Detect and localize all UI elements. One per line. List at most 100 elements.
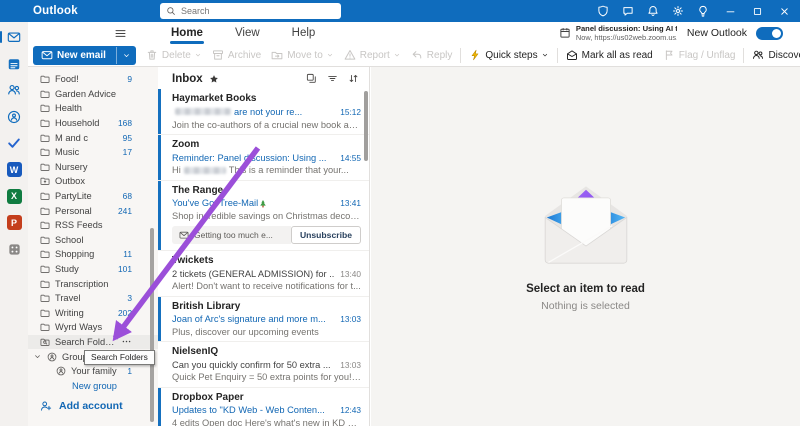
- preview-text: 4 edits Open doc Here's what's new in KD…: [172, 417, 361, 426]
- sidebar-item-m-and-c[interactable]: M and c 95: [28, 130, 158, 145]
- report-button[interactable]: Report: [339, 46, 406, 65]
- filter-icon[interactable]: [327, 73, 338, 84]
- email-item-twickets[interactable]: Twickets 2 tickets (GENERAL ADMISSION) fo…: [158, 251, 369, 297]
- quick-steps-button[interactable]: Quick steps: [464, 46, 553, 65]
- sidebar-item-health[interactable]: Health: [28, 101, 158, 116]
- select-icon[interactable]: [306, 73, 317, 84]
- sidebar-item-study[interactable]: Study 101: [28, 262, 158, 277]
- rail-apps-button[interactable]: [6, 241, 22, 257]
- search-folder-icon: [40, 338, 50, 346]
- app-rail: WXP: [0, 22, 28, 426]
- mail-read-icon: [566, 50, 577, 60]
- folder-name: RSS Feeds: [55, 220, 103, 231]
- sidebar-item-school[interactable]: School: [28, 233, 158, 248]
- ribbon-separator: [556, 47, 558, 63]
- close-icon[interactable]: [779, 6, 790, 17]
- sidebar-item-search-folders[interactable]: Search Folders: [28, 334, 158, 350]
- archive-button[interactable]: Archive: [207, 46, 266, 65]
- mark-all-as-read-button[interactable]: Mark all as read: [561, 46, 658, 65]
- move-to-button[interactable]: Move to: [266, 46, 339, 65]
- rail-word-button[interactable]: W: [6, 162, 22, 178]
- email-sender: NielsenIQ: [172, 346, 219, 358]
- notification-subtitle: Now, https://us02web.zoom.us...: [575, 33, 677, 42]
- email-item-zoom[interactable]: Zoom Reminder: Panel discussion: Using ..…: [158, 135, 369, 181]
- reply-button[interactable]: Reply: [406, 46, 458, 65]
- button-label: Report: [359, 49, 390, 61]
- new-email-button[interactable]: New email: [33, 45, 136, 65]
- folder-name: Nursery: [55, 161, 88, 172]
- tab-help[interactable]: Help: [290, 27, 318, 39]
- search-box[interactable]: [160, 3, 341, 19]
- rail-groups-button[interactable]: [6, 109, 22, 125]
- sidebar-item-rss-feeds[interactable]: RSS Feeds: [28, 218, 158, 233]
- tab-home[interactable]: Home: [169, 27, 205, 44]
- email-item-haymarket-books[interactable]: Haymarket Books are not your re... 15:12 Jo…: [158, 89, 369, 136]
- email-sender: Zoom: [172, 139, 200, 151]
- email-item-the-range[interactable]: The Range You've Got Tree-Mail 13:41 Shop …: [158, 180, 369, 252]
- sidebar-item-partylite[interactable]: PartyLite 68: [28, 189, 158, 204]
- search-input[interactable]: [181, 6, 335, 16]
- flag-unflag-button[interactable]: Flag / Unflag: [658, 46, 741, 65]
- folder-pane-scrollbar[interactable]: [150, 228, 154, 422]
- minimize-icon[interactable]: [725, 6, 736, 17]
- email-subject: Updates to "KD Web - Web Conten...: [172, 404, 334, 417]
- rail-mail-rail-button[interactable]: [0, 29, 22, 45]
- sidebar-item-garden-advice[interactable]: Garden Advice: [28, 87, 158, 102]
- sidebar-item-transcription[interactable]: Transcription: [28, 276, 158, 291]
- preview-text: This is a reminder that your...: [228, 165, 349, 176]
- email-preview: 4 edits Open doc Here's what's new in KD…: [172, 417, 361, 426]
- message-list: Inbox Haymarket Books are not your re... 1…: [158, 67, 370, 426]
- rail-calendar-button[interactable]: [6, 56, 22, 72]
- sidebar-item-writing[interactable]: Writing 202: [28, 306, 158, 321]
- sidebar-item-food[interactable]: Food! 9: [28, 72, 158, 87]
- lightbulb-icon: [699, 5, 707, 17]
- chevron-down-icon[interactable]: [33, 352, 42, 361]
- add-account-button[interactable]: Add account: [28, 400, 158, 412]
- message-list-scrollbar[interactable]: [364, 91, 368, 161]
- rail-todo-button[interactable]: [6, 135, 22, 151]
- sidebar-item-your-family[interactable]: Your family 1: [28, 364, 158, 379]
- email-item-nielseniq[interactable]: NielsenIQ Can you quickly confirm for 50 …: [158, 342, 369, 388]
- lightbulb-icon[interactable]: [697, 5, 709, 17]
- unsubscribe-button[interactable]: Unsubscribe: [290, 226, 361, 245]
- sidebar-item-personal[interactable]: Personal 241: [28, 203, 158, 218]
- rail-powerpoint-button[interactable]: P: [6, 215, 22, 231]
- new-outlook-toggle[interactable]: [756, 26, 783, 40]
- hamburger-menu-icon[interactable]: [114, 27, 127, 40]
- rail-excel-button[interactable]: X: [6, 188, 22, 204]
- email-item-dropbox-paper[interactable]: Dropbox Paper Updates to "KD Web - Web Co…: [158, 387, 369, 426]
- bell-icon[interactable]: [647, 5, 659, 17]
- email-item-british-library[interactable]: British Library Joan of Arc's signature a…: [158, 296, 369, 343]
- sidebar-item-shopping[interactable]: Shopping 11: [28, 247, 158, 262]
- rail-people-button[interactable]: [6, 82, 22, 98]
- folder-name: Your family: [71, 366, 117, 377]
- discover-groups-button[interactable]: Discover groups: [747, 46, 800, 65]
- favorite-star-icon[interactable]: [209, 74, 219, 84]
- maximize-icon[interactable]: [752, 6, 763, 17]
- chat-icon[interactable]: [622, 5, 634, 17]
- sidebar-item-outbox[interactable]: Outbox: [28, 174, 158, 189]
- sidebar-item-nursery[interactable]: Nursery: [28, 160, 158, 175]
- subject-text: You've Got Tree-Mail: [172, 198, 259, 209]
- tab-view[interactable]: View: [233, 27, 262, 39]
- email-preview: Hi This is a reminder that your...: [172, 164, 361, 177]
- gear-icon[interactable]: [672, 5, 684, 17]
- chevron-down-icon: [327, 53, 332, 57]
- meeting-notification[interactable]: Panel discussion: Using AI to c... Now, …: [559, 24, 677, 42]
- folder-count: 241: [118, 205, 132, 216]
- folder-count: 95: [122, 132, 132, 143]
- sidebar-item-music[interactable]: Music 17: [28, 145, 158, 160]
- sort-icon[interactable]: [348, 73, 359, 84]
- more-options-icon[interactable]: [121, 336, 132, 347]
- sidebar-item-household[interactable]: Household 168: [28, 116, 158, 131]
- shield-icon[interactable]: [597, 5, 609, 17]
- sidebar-item-travel[interactable]: Travel 3: [28, 291, 158, 306]
- delete-button[interactable]: Delete: [141, 46, 207, 65]
- email-time: 15:12: [340, 107, 361, 118]
- new-group-link[interactable]: New group: [28, 378, 158, 393]
- email-preview: Alert! Don't want to receive notificatio…: [172, 280, 361, 293]
- sidebar-item-wyrd-ways[interactable]: Wyrd Ways: [28, 320, 158, 335]
- email-time: 13:40: [340, 268, 361, 279]
- powerpoint-icon: P: [6, 215, 22, 230]
- email-subject: Can you quickly confirm for 50 extra ...: [172, 359, 334, 372]
